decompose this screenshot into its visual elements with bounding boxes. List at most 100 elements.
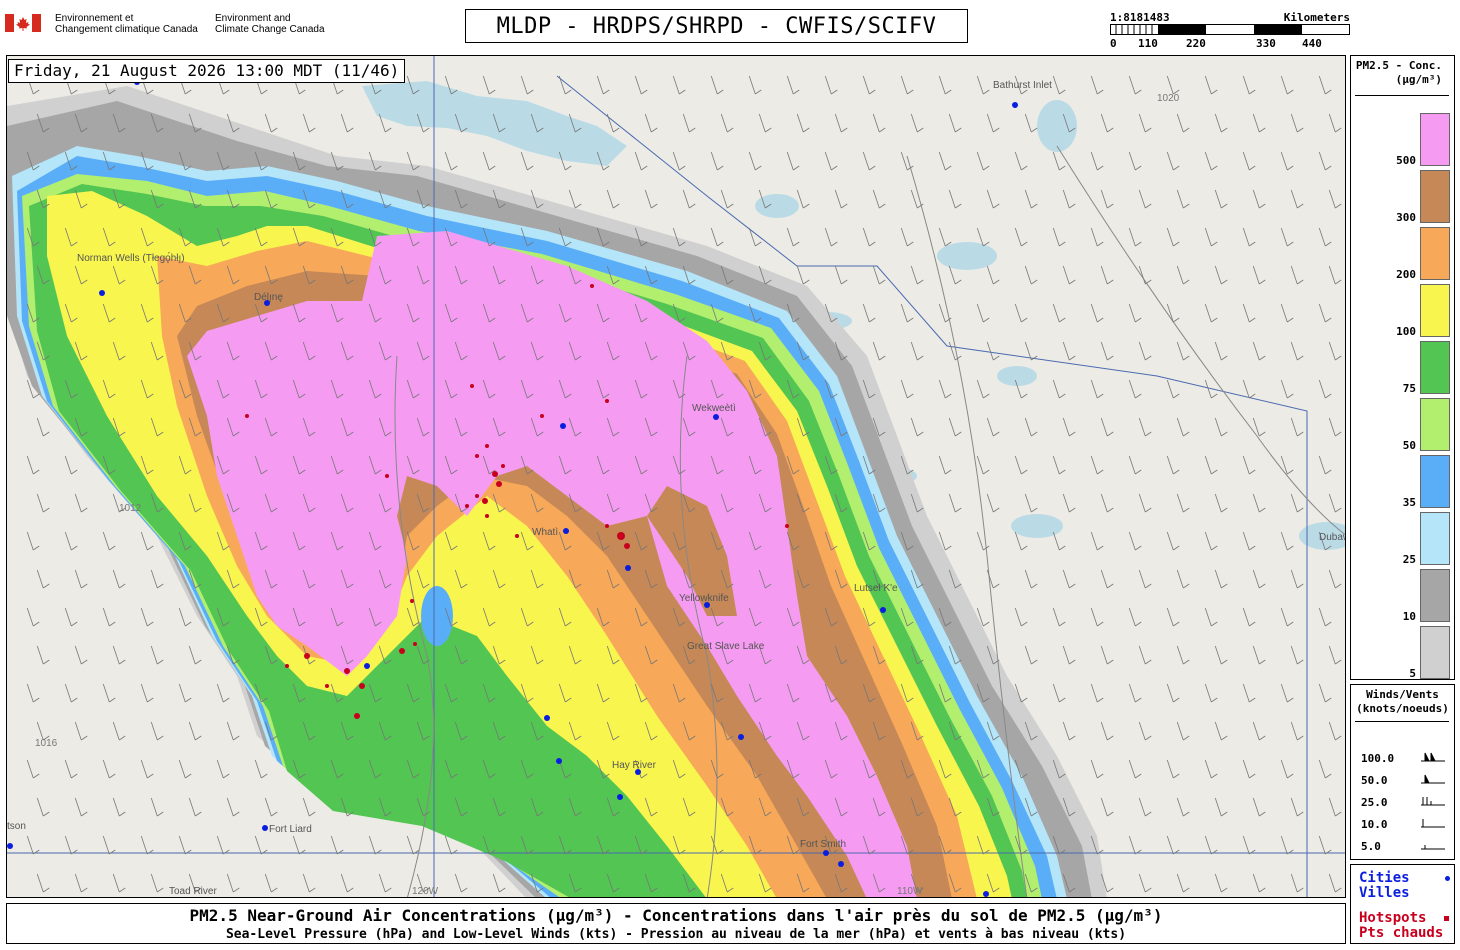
wind-barb bbox=[1280, 75, 1294, 95]
scale-tick-220: 220 bbox=[1186, 37, 1206, 50]
wind-barb bbox=[1242, 607, 1256, 627]
wind-barb bbox=[1062, 721, 1076, 741]
wind-barb bbox=[1280, 531, 1294, 551]
wind-barb bbox=[1280, 607, 1294, 627]
wind-barb bbox=[976, 303, 990, 323]
wind-barb bbox=[1100, 493, 1114, 513]
legend-label-200: 200 bbox=[1396, 268, 1416, 281]
wind-barb bbox=[64, 759, 78, 779]
wind-barb bbox=[938, 227, 952, 247]
wind-barb bbox=[720, 113, 734, 133]
wind-barb bbox=[1100, 113, 1114, 133]
legend-label-5: 5 bbox=[1409, 667, 1416, 680]
wind-barb bbox=[1138, 873, 1152, 893]
wind-barb bbox=[644, 113, 658, 133]
map-title: MLDP - HRDPS/SHRPD - CWFIS/SCIFV bbox=[465, 9, 968, 43]
legend-title: PM2.5 - Conc. (µg/m³) bbox=[1355, 59, 1442, 86]
wind-barb bbox=[634, 75, 648, 95]
wind-barb bbox=[1204, 75, 1218, 95]
city-partial-label: tson bbox=[7, 821, 26, 832]
wind-barb bbox=[1204, 683, 1218, 703]
wind-barb bbox=[178, 683, 192, 703]
canada-flag-logo bbox=[5, 14, 41, 32]
wind-barb bbox=[1052, 303, 1066, 323]
city-wekweeti: Wekweètì bbox=[692, 403, 736, 414]
symbol-key: Cities Villes Hotspots Pts chauds bbox=[1350, 864, 1455, 944]
wind-barb bbox=[976, 151, 990, 171]
wind-barb bbox=[1024, 113, 1038, 133]
wind-barb bbox=[1052, 227, 1066, 247]
wind-barb bbox=[1090, 531, 1104, 551]
wind-barb bbox=[976, 531, 990, 551]
wind-barb bbox=[64, 531, 78, 551]
wind-barb bbox=[1252, 493, 1266, 513]
wind-barb bbox=[140, 759, 154, 779]
city-deline: Délı̨nę bbox=[254, 292, 283, 303]
city-whati: Whatì bbox=[532, 527, 558, 538]
wind-barb bbox=[226, 797, 240, 817]
wind-barb bbox=[910, 341, 924, 361]
wind-barb bbox=[1024, 493, 1038, 513]
wind-barb bbox=[1166, 607, 1180, 627]
wind-barb bbox=[948, 113, 962, 133]
wind-barb bbox=[1318, 759, 1332, 779]
wind-barb bbox=[986, 189, 1000, 209]
wind-barb bbox=[254, 835, 268, 855]
wind-barb bbox=[1128, 683, 1142, 703]
wind-barb bbox=[710, 151, 724, 171]
wind-barb bbox=[1138, 341, 1152, 361]
wind-barb bbox=[1128, 75, 1142, 95]
wind-barb bbox=[1128, 227, 1142, 247]
wind-barb bbox=[568, 189, 582, 209]
wind-barb bbox=[938, 75, 952, 95]
wind-barb bbox=[986, 493, 1000, 513]
wind-barb bbox=[36, 873, 50, 893]
wind-barb bbox=[1328, 265, 1342, 285]
wind-barb bbox=[406, 835, 420, 855]
wind-barb bbox=[482, 151, 496, 171]
wind-barb bbox=[1290, 493, 1304, 513]
scale-bar-graphic bbox=[1110, 24, 1350, 35]
wind-barb bbox=[1024, 569, 1038, 589]
wind-barb bbox=[1138, 189, 1152, 209]
wind-barb bbox=[1166, 835, 1180, 855]
wind-barb bbox=[1024, 265, 1038, 285]
legend-label-25: 25 bbox=[1402, 553, 1416, 566]
wind-barb bbox=[1128, 455, 1142, 475]
wind-barb bbox=[264, 873, 278, 893]
wind-barb bbox=[482, 75, 496, 95]
wind-barb bbox=[1128, 303, 1142, 323]
wind-barb bbox=[862, 303, 876, 323]
scale-tick-110: 110 bbox=[1138, 37, 1158, 50]
wind-barb bbox=[938, 151, 952, 171]
wind-barb bbox=[1242, 227, 1256, 247]
wind-barb bbox=[1252, 873, 1266, 893]
legend-label-100: 100 bbox=[1396, 325, 1416, 338]
wind-barb bbox=[834, 189, 848, 209]
wind-barb bbox=[1204, 835, 1218, 855]
wind-barb bbox=[302, 873, 316, 893]
wind-barb bbox=[1290, 569, 1304, 589]
city-toad-river: Toad River bbox=[169, 886, 217, 897]
wind-barb bbox=[26, 835, 40, 855]
map-panel[interactable]: Bathurst Inlet Norman Wells (Tłegǫ́hłı̨)… bbox=[6, 55, 1346, 898]
wind-barb bbox=[1052, 455, 1066, 475]
wind-barb bbox=[1204, 455, 1218, 475]
wind-barb bbox=[1242, 379, 1256, 399]
wind-barb bbox=[26, 455, 40, 475]
scale-tick-0: 0 bbox=[1110, 37, 1117, 50]
wind-speed-10: 10.0 bbox=[1361, 818, 1388, 831]
wind-legend-title: Winds/Vents (knots/noeuds) bbox=[1356, 688, 1449, 715]
wind-barb bbox=[682, 113, 696, 133]
wind-barb bbox=[1280, 227, 1294, 247]
wind-barb bbox=[1062, 265, 1076, 285]
wind-barb bbox=[1204, 531, 1218, 551]
wind-barb bbox=[264, 113, 278, 133]
pm25-dispersion-map: Bathurst Inlet Norman Wells (Tłegǫ́hłı̨)… bbox=[7, 56, 1345, 897]
org-name-english: Environment and Climate Change Canada bbox=[215, 13, 325, 35]
wind-barb bbox=[1280, 379, 1294, 399]
wind-barb bbox=[1052, 75, 1066, 95]
wind-barb bbox=[900, 75, 914, 95]
wind-barb bbox=[1318, 455, 1332, 475]
wind-barb bbox=[1090, 303, 1104, 323]
